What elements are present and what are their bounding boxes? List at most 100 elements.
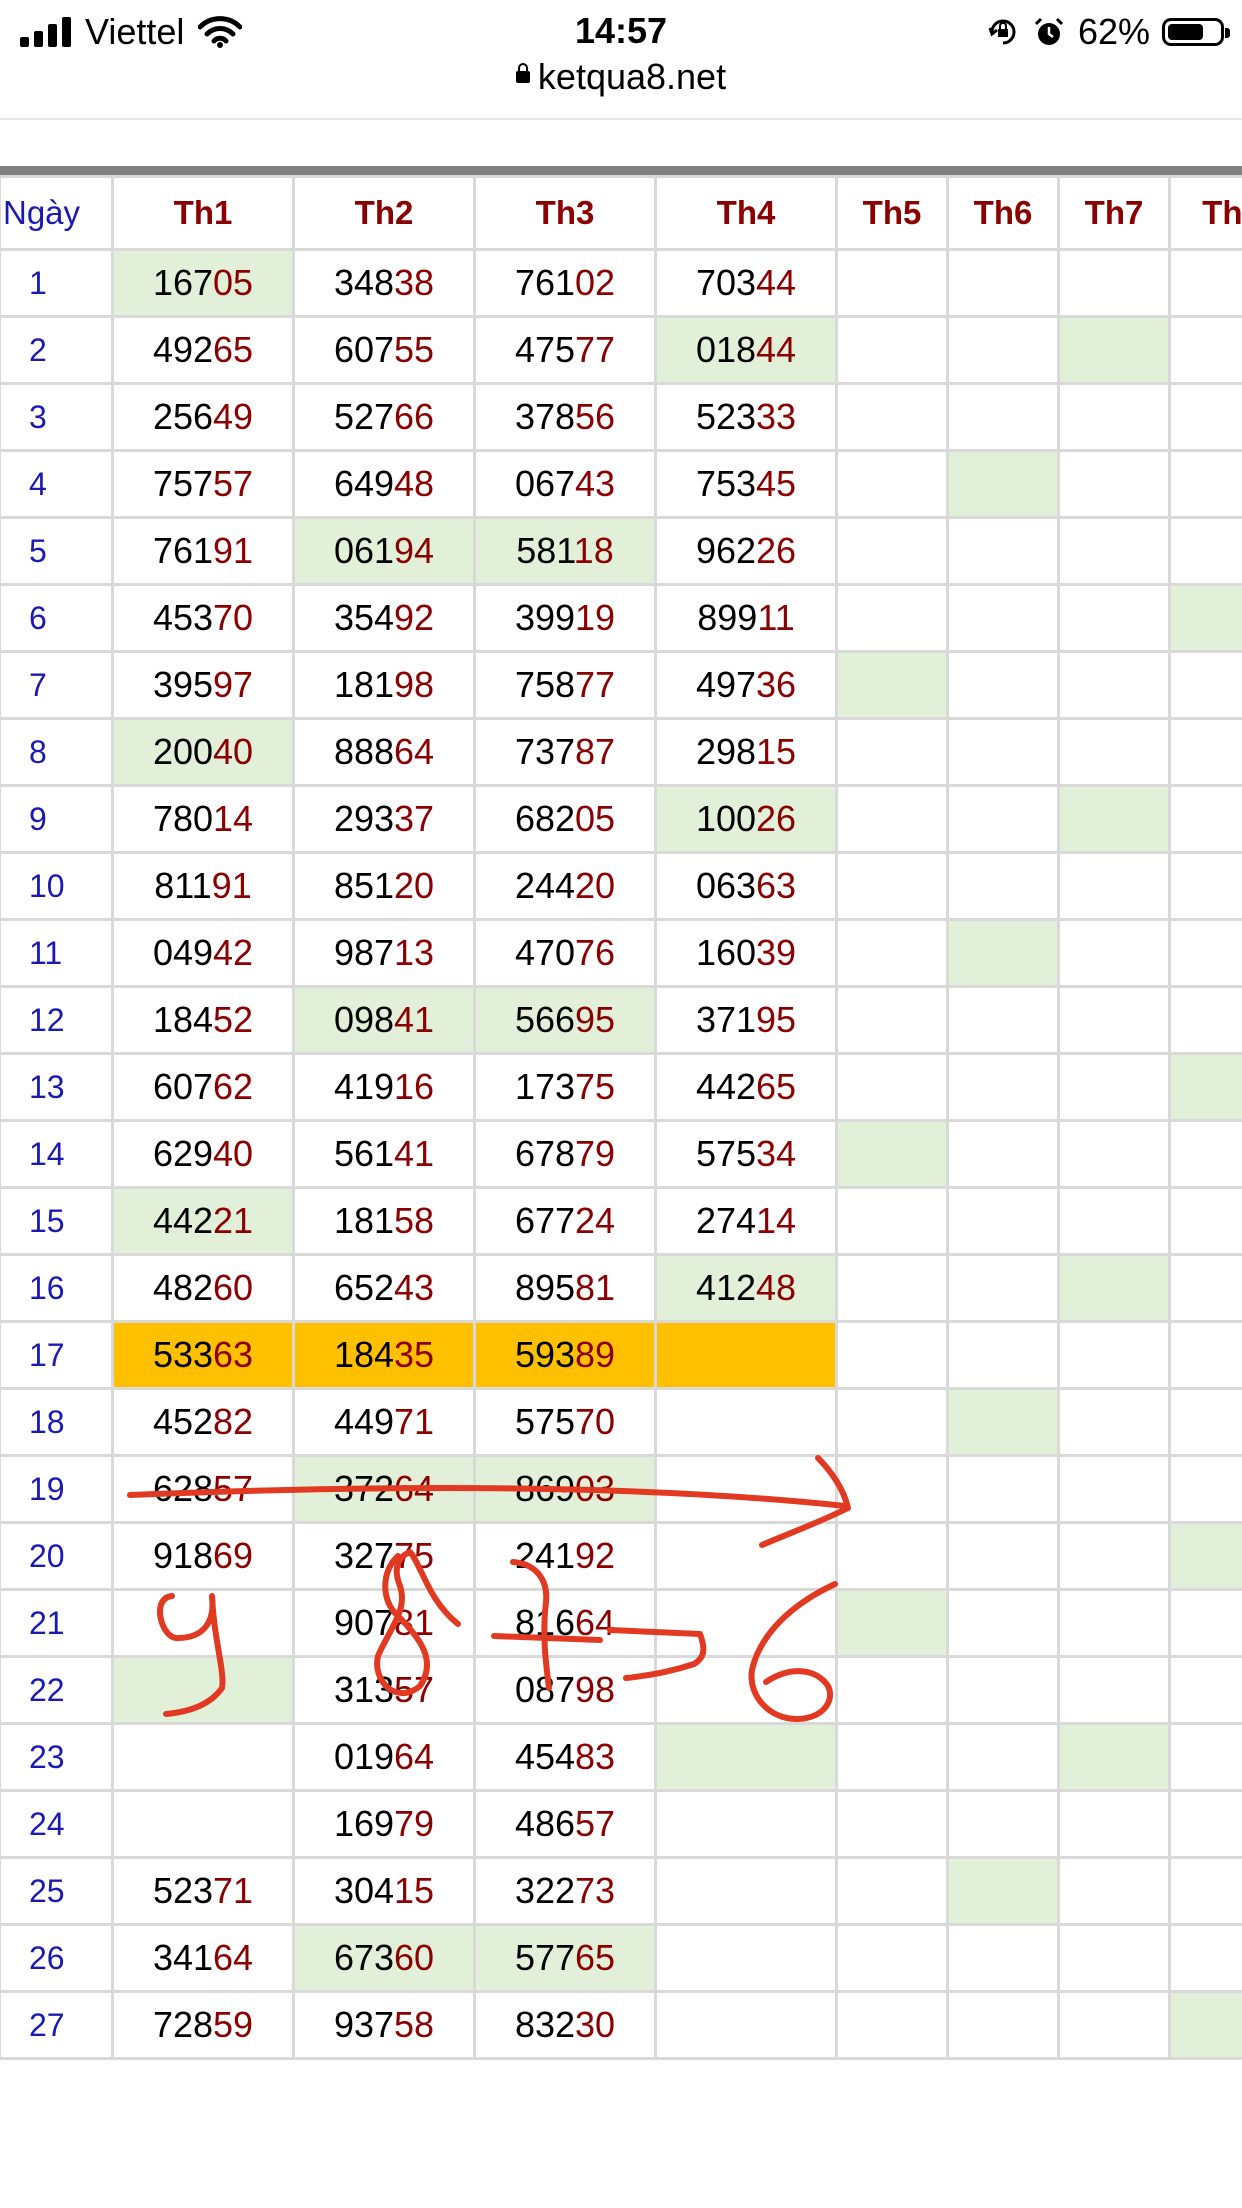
result-cell: 41916 [292, 1052, 476, 1122]
result-cell: 67724 [473, 1186, 657, 1256]
number-head: 753 [695, 463, 757, 504]
result-cell [654, 1789, 838, 1859]
number-tail: 87 [575, 731, 616, 772]
result-cell [946, 1655, 1060, 1725]
number-tail: 83 [575, 1736, 616, 1777]
result-cell: 08798 [473, 1655, 657, 1725]
lock-icon [515, 63, 530, 84]
results-table: Ngày Th1 Th2 Th3 Th4 Th5 Th6 Th7 Th8 116… [0, 175, 1242, 2060]
table-row: 19 62857 37264 86903 [0, 1454, 1242, 1524]
day-cell: 18 [0, 1387, 114, 1457]
day-cell: 3 [0, 382, 114, 452]
header-th4: Th4 [654, 175, 838, 251]
number-tail: 75 [575, 1066, 616, 1107]
result-cell [1057, 1655, 1171, 1725]
number-tail: 79 [394, 1803, 435, 1844]
number-head: 581 [516, 530, 574, 571]
result-cell: 10026 [654, 784, 838, 854]
result-cell: 56141 [292, 1119, 476, 1189]
result-cell: 96226 [654, 516, 838, 586]
result-cell: 65243 [292, 1253, 476, 1323]
result-cell: 67360 [292, 1923, 476, 1993]
day-cell: 7 [0, 650, 114, 720]
result-cell [946, 516, 1060, 586]
number-tail: 65 [756, 1066, 797, 1107]
number-tail: 20 [575, 865, 616, 906]
number-tail: 39 [756, 932, 797, 973]
number-tail: 64 [394, 731, 435, 772]
day-cell: 12 [0, 985, 114, 1055]
number-head: 067 [514, 463, 576, 504]
result-cell [1057, 918, 1171, 988]
number-head: 761 [514, 262, 576, 303]
number-tail: 91 [213, 530, 254, 571]
number-tail: 65 [213, 329, 254, 370]
number-head: 937 [333, 2004, 395, 2045]
number-head: 607 [152, 1066, 214, 1107]
result-cell [1057, 248, 1171, 318]
result-cell [946, 315, 1060, 385]
number-tail: 36 [756, 664, 797, 705]
result-cell: 81664 [473, 1588, 657, 1658]
day-cell: 21 [0, 1588, 114, 1658]
table-row: 4 75757 64948 06743 75345 [0, 449, 1242, 519]
number-head: 566 [514, 999, 576, 1040]
result-cell [835, 1320, 949, 1390]
result-cell [946, 1588, 1060, 1658]
result-cell: 52333 [654, 382, 838, 452]
result-cell [835, 583, 949, 653]
number-tail: 20 [394, 865, 435, 906]
result-cell [1168, 516, 1242, 586]
number-tail: 97 [213, 664, 254, 705]
result-cell [835, 985, 949, 1055]
header-th7: Th7 [1057, 175, 1171, 251]
result-cell [1057, 1722, 1171, 1792]
results-table-container[interactable]: Ngày Th1 Th2 Th3 Th4 Th5 Th6 Th7 Th8 116… [0, 175, 1242, 2208]
number-tail: 34 [756, 1133, 797, 1174]
result-cell [835, 784, 949, 854]
number-head: 811 [154, 865, 212, 906]
number-tail: 21 [213, 1200, 254, 1241]
table-row: 17 53363 18435 59389 [0, 1320, 1242, 1390]
number-head: 987 [333, 932, 395, 973]
table-row: 20 91869 32775 24192 [0, 1521, 1242, 1591]
number-tail: 62 [213, 1066, 254, 1107]
number-tail: 75 [394, 1535, 435, 1576]
number-head: 523 [695, 396, 757, 437]
number-tail: 57 [213, 1468, 254, 1509]
day-cell: 8 [0, 717, 114, 787]
table-row: 16 48260 65243 89581 41248 [0, 1253, 1242, 1323]
result-cell [835, 1052, 949, 1122]
result-cell: 64948 [292, 449, 476, 519]
result-cell [835, 449, 949, 519]
result-cell [1168, 1990, 1242, 2060]
result-cell [1168, 583, 1242, 653]
result-cell [946, 1722, 1060, 1792]
number-head: 492 [152, 329, 214, 370]
number-head: 019 [333, 1736, 395, 1777]
address-bar[interactable]: ketqua8.net [0, 56, 1242, 100]
number-head: 470 [514, 932, 576, 973]
number-tail: 70 [575, 1401, 616, 1442]
result-cell: 93758 [292, 1990, 476, 2060]
result-cell: 49736 [654, 650, 838, 720]
number-head: 087 [514, 1669, 576, 1710]
number-tail: 57 [575, 1803, 616, 1844]
number-tail: 57 [213, 463, 254, 504]
table-row: 21 90781 81664 [0, 1588, 1242, 1658]
result-cell: 37856 [473, 382, 657, 452]
table-row: 5 76191 06194 58118 96226 [0, 516, 1242, 586]
result-cell [1168, 1119, 1242, 1189]
number-head: 313 [333, 1669, 395, 1710]
number-head: 452 [152, 1401, 214, 1442]
result-cell [946, 851, 1060, 921]
number-head: 486 [514, 1803, 576, 1844]
result-cell [946, 248, 1060, 318]
number-head: 442 [695, 1066, 757, 1107]
result-cell: 24192 [473, 1521, 657, 1591]
result-cell [654, 1454, 838, 1524]
number-head: 780 [152, 798, 214, 839]
number-head: 049 [152, 932, 214, 973]
number-tail: 40 [213, 731, 254, 772]
number-tail: 71 [394, 1401, 435, 1442]
